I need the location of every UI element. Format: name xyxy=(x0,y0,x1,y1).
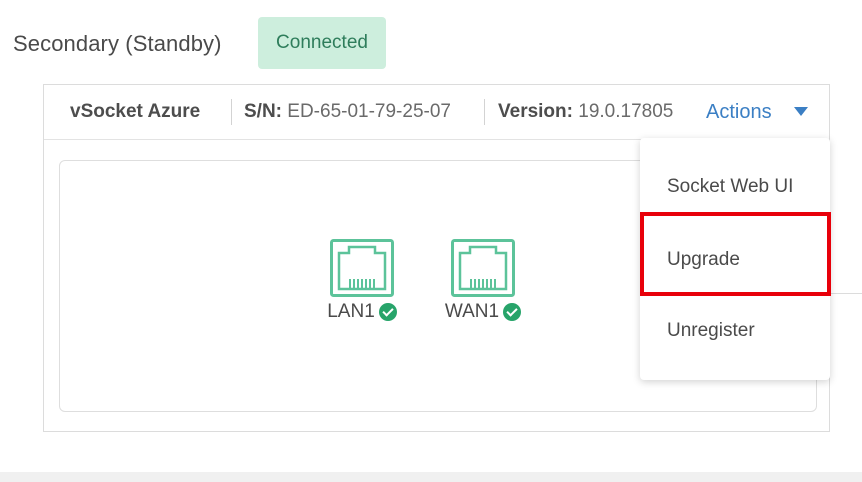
check-circle-icon xyxy=(378,303,397,321)
divider xyxy=(830,293,862,294)
version-info: Version: 19.0.17805 xyxy=(498,85,673,139)
menu-item-unregister[interactable]: Unregister xyxy=(640,311,830,351)
page-title: Secondary (Standby) xyxy=(13,31,222,56)
menu-item-socket-web-ui[interactable]: Socket Web UI xyxy=(640,167,830,207)
status-badge: Connected xyxy=(258,17,386,69)
socket-panel: Secondary (Standby) Connected vSocket Az… xyxy=(0,0,862,482)
actions-button[interactable]: Actions xyxy=(706,85,772,139)
bottom-strip xyxy=(0,472,862,482)
port-label: WAN1 xyxy=(444,301,500,322)
ethernet-port-icon xyxy=(322,239,402,297)
port-label: LAN1 xyxy=(327,301,375,322)
menu-item-upgrade[interactable]: Upgrade xyxy=(640,240,830,280)
device-name: vSocket Azure xyxy=(70,101,201,122)
chevron-down-icon[interactable] xyxy=(794,107,808,116)
check-circle-icon xyxy=(503,303,522,321)
port-wan1[interactable]: WAN1 xyxy=(443,239,523,323)
version-value: 19.0.17805 xyxy=(578,101,674,122)
serial-number: S/N: ED-65-01-79-25-07 xyxy=(244,85,451,139)
divider xyxy=(231,99,232,125)
ethernet-port-icon xyxy=(443,239,523,297)
info-bar: vSocket Azure S/N: ED-65-01-79-25-07 Ver… xyxy=(44,85,829,140)
serial-label: S/N: xyxy=(244,101,282,122)
divider xyxy=(484,99,485,125)
serial-value: ED-65-01-79-25-07 xyxy=(287,101,451,122)
port-lan1[interactable]: LAN1 xyxy=(322,239,402,323)
version-label: Version: xyxy=(498,101,573,122)
actions-dropdown-menu: Socket Web UI Upgrade Unregister xyxy=(640,138,830,380)
